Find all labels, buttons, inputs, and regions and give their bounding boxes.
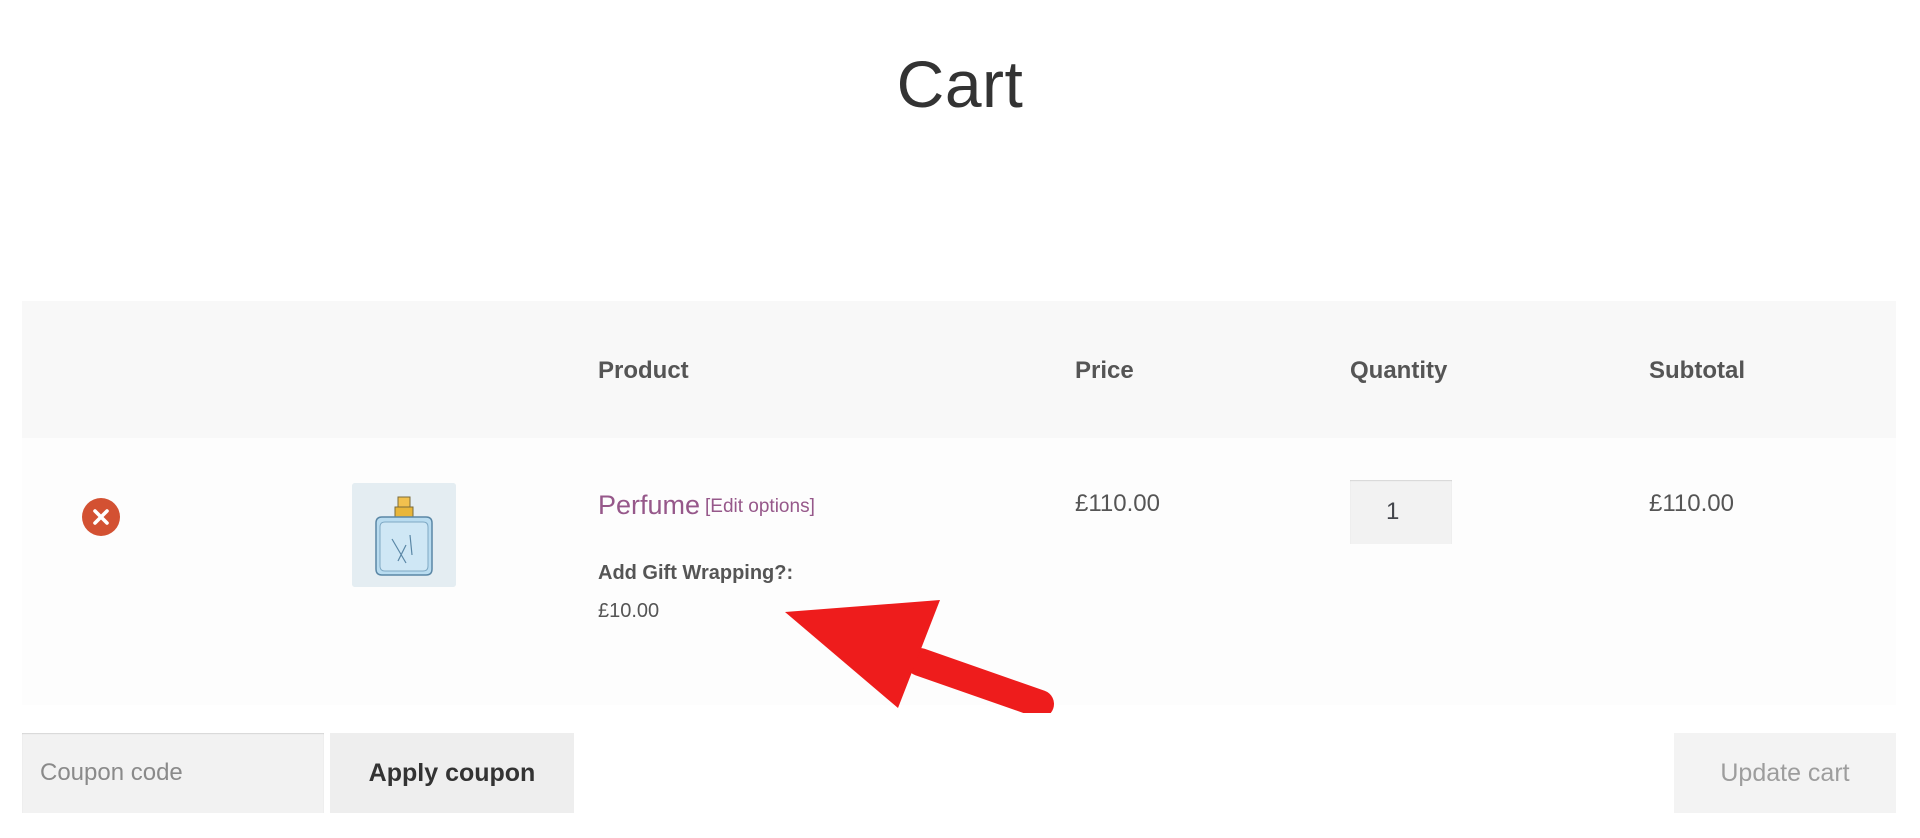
item-price: £110.00 bbox=[1075, 490, 1160, 517]
header-quantity: Quantity bbox=[1350, 357, 1448, 384]
product-thumbnail[interactable] bbox=[352, 483, 456, 587]
update-cart-button[interactable]: Update cart bbox=[1674, 733, 1896, 813]
item-subtotal: £110.00 bbox=[1649, 490, 1734, 517]
header-price: Price bbox=[1075, 357, 1134, 384]
header-product: Product bbox=[598, 357, 689, 384]
remove-item-button[interactable] bbox=[82, 498, 120, 536]
arrow-annotation-icon bbox=[785, 600, 1054, 713]
page-title: Cart bbox=[896, 47, 1024, 121]
product-name-link[interactable]: Perfume bbox=[598, 490, 700, 521]
close-circle-icon bbox=[93, 509, 109, 525]
gift-wrapping-price: £10.00 bbox=[598, 600, 660, 622]
perfume-bottle-image bbox=[352, 483, 456, 587]
cart-actions: Apply coupon Update cart bbox=[22, 733, 1896, 813]
coupon-code-input[interactable] bbox=[22, 733, 324, 813]
apply-coupon-button[interactable]: Apply coupon bbox=[330, 733, 574, 813]
table-header: Product Price Quantity Subtotal bbox=[22, 301, 1896, 438]
edit-options-link[interactable]: [Edit options] bbox=[705, 496, 815, 518]
gift-wrapping-label: Add Gift Wrapping?: bbox=[598, 562, 794, 584]
quantity-input[interactable] bbox=[1350, 480, 1452, 544]
header-subtotal: Subtotal bbox=[1649, 357, 1745, 384]
